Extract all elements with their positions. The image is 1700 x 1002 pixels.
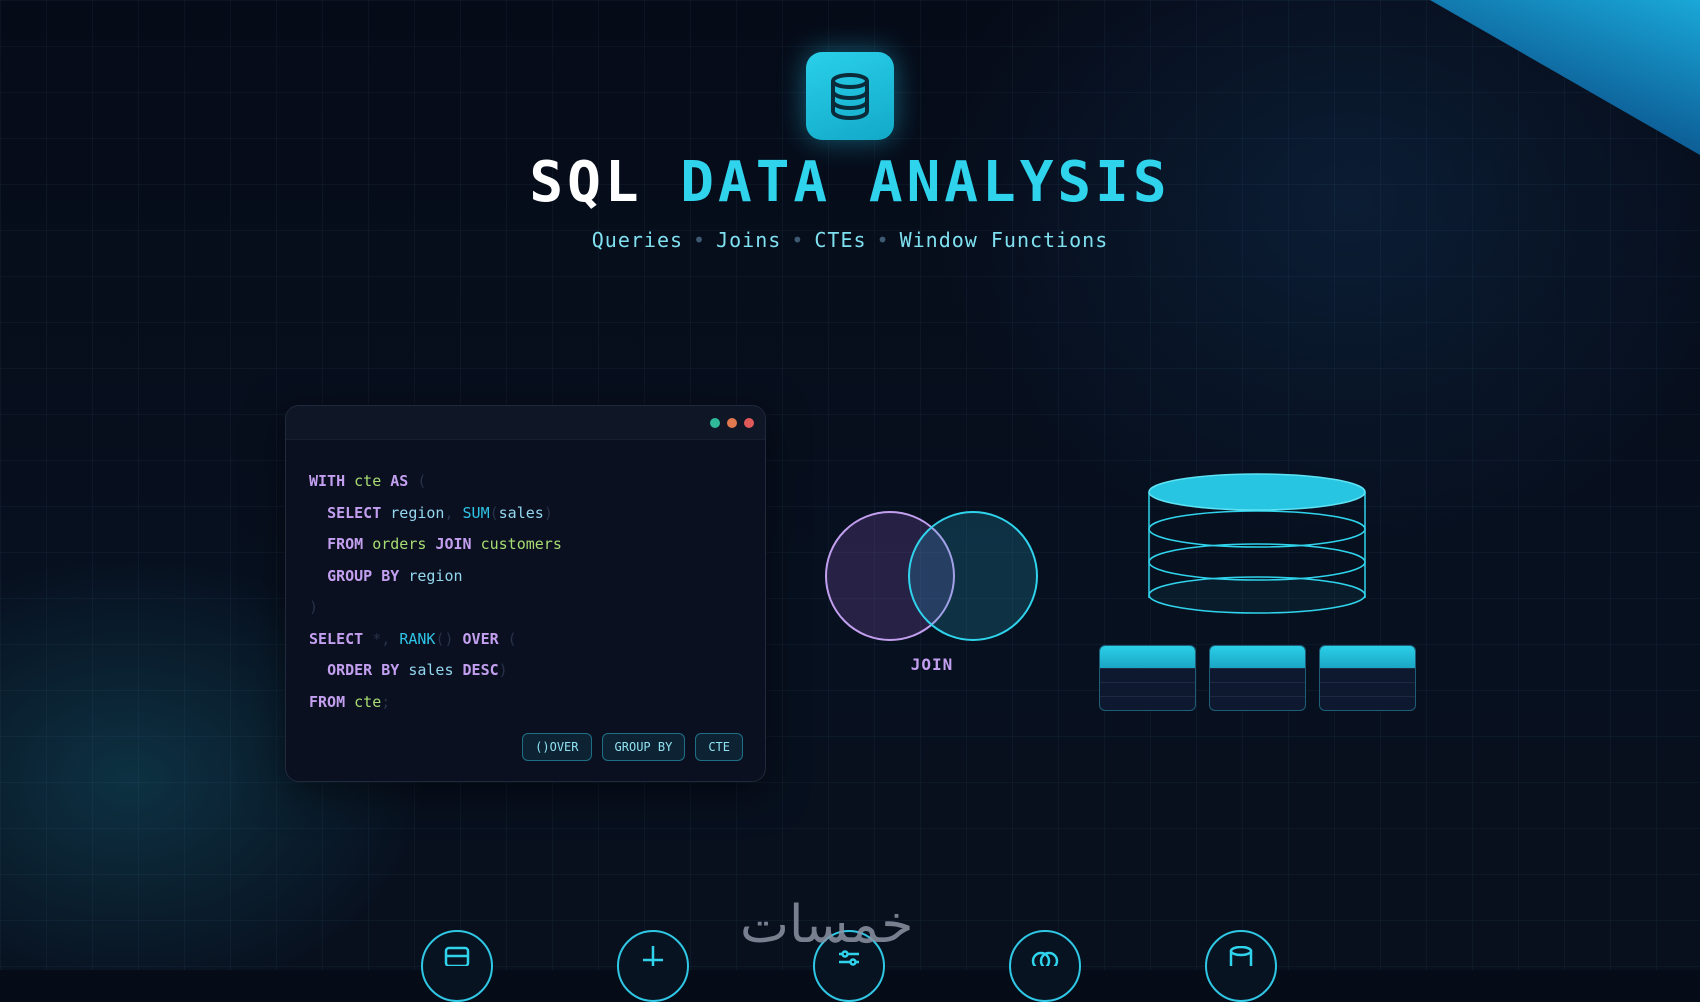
- subtitle-item: CTEs: [814, 228, 867, 252]
- watermark: خمسات: [740, 895, 914, 955]
- database-cylinder: [1148, 473, 1366, 614]
- tag-over[interactable]: ()OVER: [522, 733, 592, 761]
- subtitle: Queries • Joins • CTEs • Window Functions: [591, 228, 1109, 252]
- window-dot-red[interactable]: [744, 418, 754, 428]
- background-grid: [0, 0, 1700, 970]
- venn-icon[interactable]: [1009, 930, 1081, 1002]
- tag-cte[interactable]: CTE: [695, 733, 743, 761]
- join-label: JOIN: [910, 655, 954, 674]
- code-line: GROUP BY region: [327, 566, 463, 585]
- subtitle-item: Queries: [591, 228, 684, 252]
- table-thumbnail: [1319, 645, 1416, 711]
- code-line: SELECT *, RANK() OVER (: [309, 629, 517, 648]
- venn-right-circle: [908, 511, 1038, 641]
- plus-icon[interactable]: [617, 930, 689, 1002]
- editor-titlebar: [286, 406, 765, 440]
- table-thumbnail: [1209, 645, 1306, 711]
- code-line: WITH cte AS (: [309, 472, 427, 490]
- code-line: FROM cte;: [309, 692, 391, 711]
- sql-code: WITH cte AS ( SELECT region, SUM(sales) …: [309, 466, 562, 718]
- code-line: FROM orders JOIN customers: [327, 535, 562, 553]
- subtitle-item: Window Functions: [899, 228, 1109, 252]
- window-dot-green[interactable]: [710, 418, 720, 428]
- subtitle-item: Joins: [716, 228, 782, 252]
- venn-diagram: [825, 511, 1038, 641]
- page-title: SQL DATA ANALYSIS: [529, 150, 1171, 215]
- code-line: ORDER BY sales DESC): [327, 661, 508, 679]
- table-thumbnail: [1099, 645, 1196, 711]
- code-line: SELECT region, SUM(sales): [327, 503, 553, 522]
- database-icon[interactable]: [421, 930, 493, 1002]
- code-line: ): [309, 598, 319, 616]
- tag-list: ()OVER GROUP BY CTE: [522, 733, 743, 761]
- code-editor: WITH cte AS ( SELECT region, SUM(sales) …: [285, 405, 766, 782]
- tag-group-by[interactable]: GROUP BY: [601, 733, 686, 761]
- window-dot-orange[interactable]: [727, 418, 737, 428]
- database-icon: [806, 52, 894, 140]
- database-icon[interactable]: [1205, 930, 1277, 1002]
